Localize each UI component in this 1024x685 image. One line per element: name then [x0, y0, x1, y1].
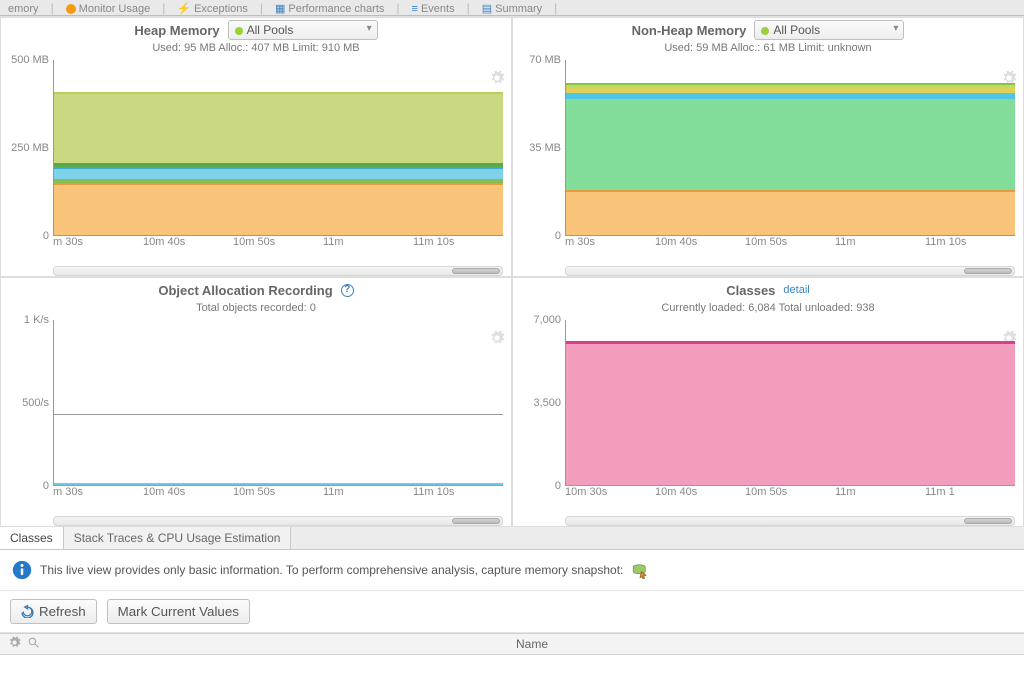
doc-icon: ▤: [482, 2, 492, 15]
alloc-chart: 1 K/s 500/s 0 m 30s 10m 40s 10m 50s 11m …: [1, 320, 511, 508]
scrollbar-horizontal[interactable]: [53, 516, 503, 526]
tab-performance-charts[interactable]: ▦Performance charts: [271, 2, 388, 15]
heap-pools-dropdown[interactable]: All Pools: [228, 20, 378, 40]
dropdown-label: All Pools: [773, 23, 820, 37]
x-tick: 11m 10s: [413, 486, 503, 508]
button-label: Refresh: [39, 604, 86, 619]
x-tick: 10m 50s: [745, 486, 835, 508]
nonheap-stats: Used: 59 MB Alloc.: 61 MB Limit: unknown: [513, 42, 1023, 60]
dropdown-label: All Pools: [247, 23, 294, 37]
nonheap-memory-panel: Non-Heap Memory All Pools Used: 59 MB Al…: [512, 17, 1024, 277]
mark-current-values-button[interactable]: Mark Current Values: [107, 599, 250, 624]
list-header: Name: [0, 633, 1024, 655]
list-icon: ≡: [412, 3, 418, 15]
y-tick: 3,500: [533, 397, 561, 409]
x-tick: 10m 50s: [233, 236, 323, 258]
heap-stats: Used: 95 MB Alloc.: 407 MB Limit: 910 MB: [1, 42, 511, 60]
tab-exceptions[interactable]: ⚡Exceptions: [173, 2, 252, 15]
x-tick: 11m: [835, 236, 925, 258]
chart-icon: ▦: [275, 2, 285, 15]
status-dot-icon: [761, 27, 769, 35]
memory-snapshot-icon[interactable]: [631, 561, 649, 579]
tab-events[interactable]: ≡Events: [408, 3, 459, 15]
y-tick: 0: [555, 230, 561, 242]
nonheap-chart: 70 MB 35 MB 0 m 30s 10m 40s 10m 50s 11m: [513, 60, 1023, 258]
info-banner: This live view provides only basic infor…: [0, 550, 1024, 591]
x-tick: 10m 40s: [143, 486, 233, 508]
tab-monitor-usage[interactable]: Monitor Usage: [62, 3, 155, 15]
x-tick: 11m 10s: [925, 236, 1015, 258]
x-tick: 10m 40s: [143, 236, 233, 258]
heap-memory-panel: Heap Memory All Pools Used: 95 MB Alloc.…: [0, 17, 512, 277]
x-tick: 10m 30s: [565, 486, 655, 508]
tab-label: Performance charts: [288, 3, 384, 15]
button-label: Mark Current Values: [118, 604, 239, 619]
tab-label: Exceptions: [194, 3, 248, 15]
flame-icon: [66, 4, 76, 14]
tab-memory[interactable]: emory: [4, 3, 43, 15]
x-tick: m 30s: [53, 236, 143, 258]
alloc-stats: Total objects recorded: 0: [1, 302, 511, 320]
refresh-button[interactable]: Refresh: [10, 599, 97, 624]
info-text: This live view provides only basic infor…: [40, 563, 623, 577]
y-tick: 35 MB: [529, 142, 561, 154]
alloc-title: Object Allocation Recording: [158, 283, 332, 298]
x-tick: 11m: [323, 236, 413, 258]
lightning-icon: ⚡: [177, 2, 191, 15]
classes-stats: Currently loaded: 6,084 Total unloaded: …: [513, 302, 1023, 320]
y-tick: 0: [43, 480, 49, 492]
tab-stack-traces[interactable]: Stack Traces & CPU Usage Estimation: [64, 527, 292, 549]
x-tick: 10m 50s: [233, 486, 323, 508]
classes-panel: Classes detail Currently loaded: 6,084 T…: [512, 277, 1024, 527]
scrollbar-horizontal[interactable]: [565, 266, 1015, 276]
x-tick: 10m 40s: [655, 236, 745, 258]
object-allocation-panel: Object Allocation Recording ? Total obje…: [0, 277, 512, 527]
tab-summary[interactable]: ▤Summary: [478, 2, 546, 15]
x-tick: m 30s: [53, 486, 143, 508]
tab-label: emory: [8, 3, 39, 15]
y-tick: 0: [43, 230, 49, 242]
classes-chart: 7,000 3,500 0 10m 30s 10m 40s 10m 50s 11…: [513, 320, 1023, 508]
heap-title: Heap Memory: [134, 23, 219, 38]
y-tick: 7,000: [533, 314, 561, 326]
refresh-icon: [21, 605, 34, 618]
y-tick: 1 K/s: [24, 314, 49, 326]
y-tick: 500/s: [22, 397, 49, 409]
scrollbar-horizontal[interactable]: [53, 266, 503, 276]
tab-label: Summary: [495, 3, 542, 15]
x-tick: 11m 10s: [413, 236, 503, 258]
x-tick: 11m: [835, 486, 925, 508]
x-tick: 10m 40s: [655, 486, 745, 508]
list-body: [0, 655, 1024, 685]
x-tick: 11m 1: [925, 486, 1015, 508]
help-icon[interactable]: ?: [341, 284, 354, 297]
classes-detail-link[interactable]: detail: [783, 284, 809, 296]
tab-classes[interactable]: Classes: [0, 527, 64, 549]
heap-chart: 500 MB 250 MB 0 m 30s 10m 40s 10m 50s: [1, 60, 511, 258]
tab-label: Events: [421, 3, 455, 15]
status-dot-icon: [235, 27, 243, 35]
top-tab-strip: emory | Monitor Usage | ⚡Exceptions | ▦P…: [0, 0, 1024, 16]
tab-label: Monitor Usage: [79, 3, 151, 15]
y-tick: 250 MB: [11, 142, 49, 154]
gear-icon[interactable]: [8, 636, 21, 652]
y-tick: 0: [555, 480, 561, 492]
scrollbar-horizontal[interactable]: [565, 516, 1015, 526]
column-name[interactable]: Name: [40, 637, 1024, 651]
search-icon[interactable]: [27, 636, 40, 652]
classes-title: Classes: [726, 283, 775, 298]
x-tick: m 30s: [565, 236, 655, 258]
nonheap-title: Non-Heap Memory: [632, 23, 747, 38]
y-tick: 500 MB: [11, 54, 49, 66]
x-tick: 10m 50s: [745, 236, 835, 258]
nonheap-pools-dropdown[interactable]: All Pools: [754, 20, 904, 40]
y-tick: 70 MB: [529, 54, 561, 66]
x-tick: 11m: [323, 486, 413, 508]
info-icon: [12, 560, 32, 580]
